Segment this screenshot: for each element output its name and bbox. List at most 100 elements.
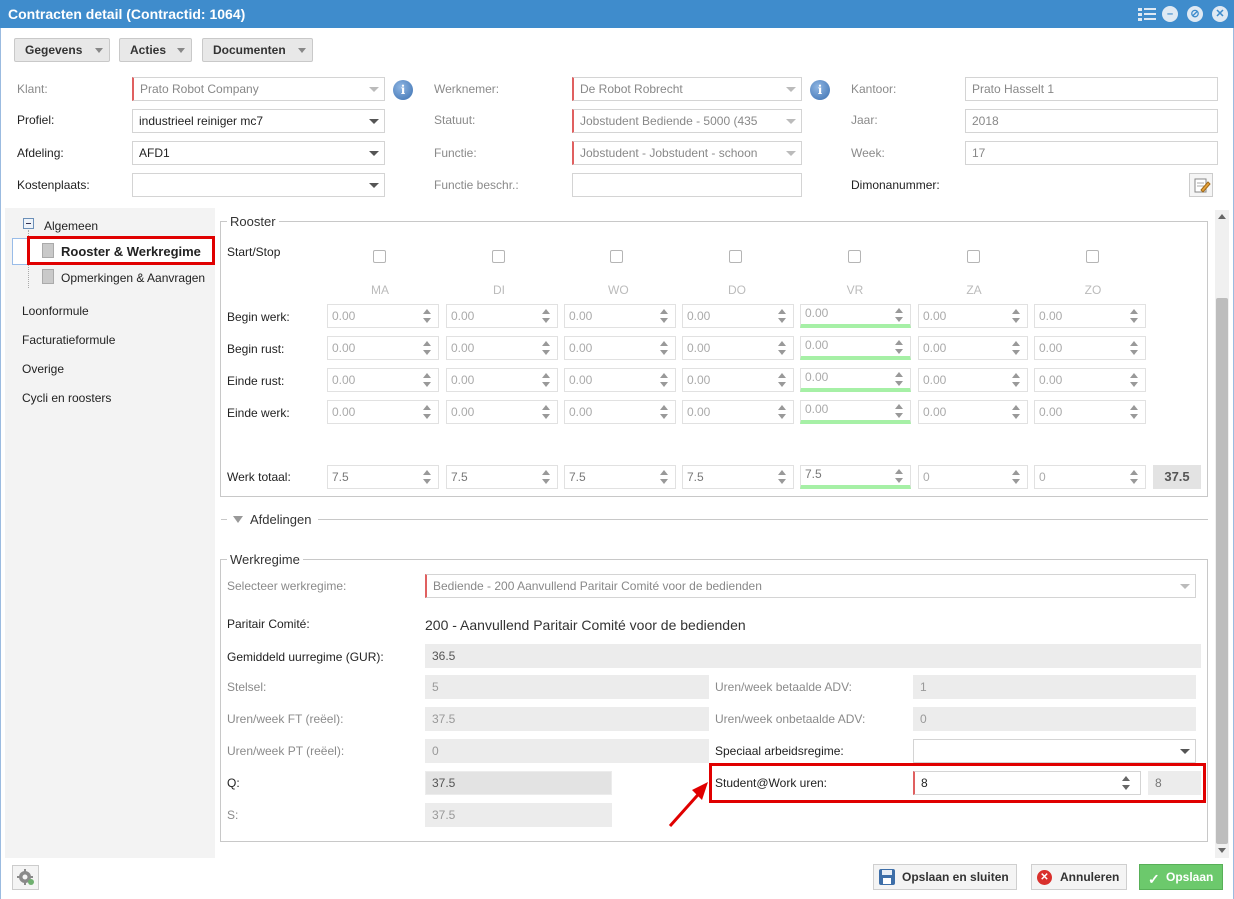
kostenplaats-select[interactable] [132, 173, 385, 197]
einde-rust-do[interactable]: 0.00 [682, 368, 794, 392]
spinner-icon[interactable] [542, 405, 552, 419]
afdeling-select[interactable]: AFD1 [132, 141, 385, 165]
functie-beschr-input[interactable] [572, 173, 802, 197]
functie-select[interactable]: Jobstudent - Jobstudent - schoon [572, 141, 802, 165]
spinner-icon[interactable] [423, 373, 433, 387]
week-input[interactable]: 17 [965, 141, 1218, 165]
spinner-icon[interactable] [1012, 341, 1022, 355]
spinner-icon[interactable] [1130, 341, 1140, 355]
werk-totaal-di[interactable]: 7.5 [446, 465, 558, 489]
spinner-icon[interactable] [895, 340, 905, 354]
sidebar-item-rooster-werkregime[interactable]: Rooster & Werkregime [61, 244, 201, 259]
spinner-icon[interactable] [660, 373, 670, 387]
start-stop-checkbox-wo[interactable] [610, 250, 623, 263]
werknemer-select[interactable]: De Robot Robrecht [572, 77, 802, 101]
begin-rust-ma[interactable]: 0.00 [327, 336, 439, 360]
einde-werk-vr[interactable]: 0.00 [800, 400, 911, 424]
jaar-input[interactable]: 2018 [965, 109, 1218, 133]
edit-icon[interactable] [1189, 173, 1213, 197]
restore-icon[interactable]: ⊘ [1187, 6, 1203, 22]
klant-info-icon[interactable]: i [393, 80, 413, 100]
begin-rust-wo[interactable]: 0.00 [564, 336, 676, 360]
spinner-icon[interactable] [1012, 405, 1022, 419]
sidebar-item-opmerkingen-aanvragen[interactable]: Opmerkingen & Aanvragen [61, 271, 205, 285]
spinner-icon[interactable] [778, 309, 788, 323]
werknemer-info-icon[interactable]: i [810, 80, 830, 100]
werk-totaal-wo[interactable]: 7.5 [564, 465, 676, 489]
einde-werk-do[interactable]: 0.00 [682, 400, 794, 424]
spinner-icon[interactable] [895, 404, 905, 418]
begin-rust-di[interactable]: 0.00 [446, 336, 558, 360]
spinner-icon[interactable] [542, 341, 552, 355]
minimize-icon[interactable]: – [1162, 6, 1178, 22]
begin-werk-di[interactable]: 0.00 [446, 304, 558, 328]
save-button[interactable]: ✓ Opslaan [1139, 864, 1223, 890]
close-icon[interactable]: ✕ [1212, 6, 1228, 22]
begin-rust-zo[interactable]: 0.00 [1034, 336, 1146, 360]
scrollbar-thumb[interactable] [1216, 298, 1228, 844]
spinner-icon[interactable] [1130, 470, 1140, 484]
scroll-up-icon[interactable] [1218, 214, 1226, 219]
afdelingen-toggle[interactable]: Afdelingen [250, 512, 311, 527]
begin-werk-do[interactable]: 0.00 [682, 304, 794, 328]
spinner-icon[interactable] [423, 405, 433, 419]
gegevens-menu-button[interactable]: Gegevens [14, 38, 110, 62]
spinner-icon[interactable] [423, 341, 433, 355]
cancel-button[interactable]: ✕ Annuleren [1031, 864, 1127, 890]
einde-werk-di[interactable]: 0.00 [446, 400, 558, 424]
spinner-icon[interactable] [778, 373, 788, 387]
documenten-menu-button[interactable]: Documenten [202, 38, 313, 62]
spinner-icon[interactable] [660, 309, 670, 323]
spinner-icon[interactable] [1130, 309, 1140, 323]
begin-werk-za[interactable]: 0.00 [918, 304, 1028, 328]
begin-werk-wo[interactable]: 0.00 [564, 304, 676, 328]
spinner-icon[interactable] [660, 405, 670, 419]
einde-rust-di[interactable]: 0.00 [446, 368, 558, 392]
spinner-icon[interactable] [423, 309, 433, 323]
begin-werk-zo[interactable]: 0.00 [1034, 304, 1146, 328]
einde-rust-vr[interactable]: 0.00 [800, 368, 911, 392]
save-and-close-button[interactable]: Opslaan en sluiten [873, 864, 1017, 890]
start-stop-checkbox-ma[interactable] [373, 250, 386, 263]
start-stop-checkbox-za[interactable] [967, 250, 980, 263]
einde-werk-ma[interactable]: 0.00 [327, 400, 439, 424]
spinner-icon[interactable] [1012, 309, 1022, 323]
spinner-icon[interactable] [778, 405, 788, 419]
start-stop-checkbox-di[interactable] [492, 250, 505, 263]
settings-gear-icon[interactable] [12, 865, 39, 890]
spinner-icon[interactable] [1012, 470, 1022, 484]
spinner-icon[interactable] [660, 470, 670, 484]
werk-totaal-ma[interactable]: 7.5 [327, 465, 439, 489]
expand-icon[interactable] [233, 516, 243, 523]
einde-rust-ma[interactable]: 0.00 [327, 368, 439, 392]
sidebar-item-loonformule[interactable]: Loonformule [22, 304, 89, 318]
werk-totaal-za[interactable]: 0 [918, 465, 1028, 489]
begin-werk-vr[interactable]: 0.00 [800, 304, 911, 328]
spinner-icon[interactable] [778, 341, 788, 355]
sidebar-item-facturatieformule[interactable]: Facturatieformule [22, 333, 115, 347]
sidebar-item-algemeen[interactable]: Algemeen [44, 219, 98, 233]
profiel-select[interactable]: industrieel reiniger mc7 [132, 109, 385, 133]
werkregime-select[interactable]: Bediende - 200 Aanvullend Paritair Comit… [425, 574, 1196, 598]
spinner-icon[interactable] [1130, 373, 1140, 387]
spinner-icon[interactable] [1012, 373, 1022, 387]
sidebar-item-cycli-roosters[interactable]: Cycli en roosters [22, 391, 111, 405]
speciaal-arbeidsregime-select[interactable] [913, 739, 1196, 763]
statuut-select[interactable]: Jobstudent Bediende - 5000 (435 [572, 109, 802, 133]
spinner-icon[interactable] [542, 470, 552, 484]
start-stop-checkbox-do[interactable] [729, 250, 742, 263]
spinner-icon[interactable] [660, 341, 670, 355]
acties-menu-button[interactable]: Acties [119, 38, 192, 62]
spinner-icon[interactable] [778, 470, 788, 484]
collapse-icon[interactable] [23, 218, 34, 229]
einde-rust-za[interactable]: 0.00 [918, 368, 1028, 392]
spinner-icon[interactable] [542, 309, 552, 323]
spinner-icon[interactable] [1130, 405, 1140, 419]
klant-select[interactable]: Prato Robot Company [132, 77, 385, 101]
begin-rust-do[interactable]: 0.00 [682, 336, 794, 360]
einde-rust-wo[interactable]: 0.00 [564, 368, 676, 392]
scroll-down-icon[interactable] [1218, 848, 1226, 853]
kantoor-input[interactable]: Prato Hasselt 1 [965, 77, 1218, 101]
begin-rust-vr[interactable]: 0.00 [800, 336, 911, 360]
werk-totaal-vr[interactable]: 7.5 [800, 465, 911, 489]
